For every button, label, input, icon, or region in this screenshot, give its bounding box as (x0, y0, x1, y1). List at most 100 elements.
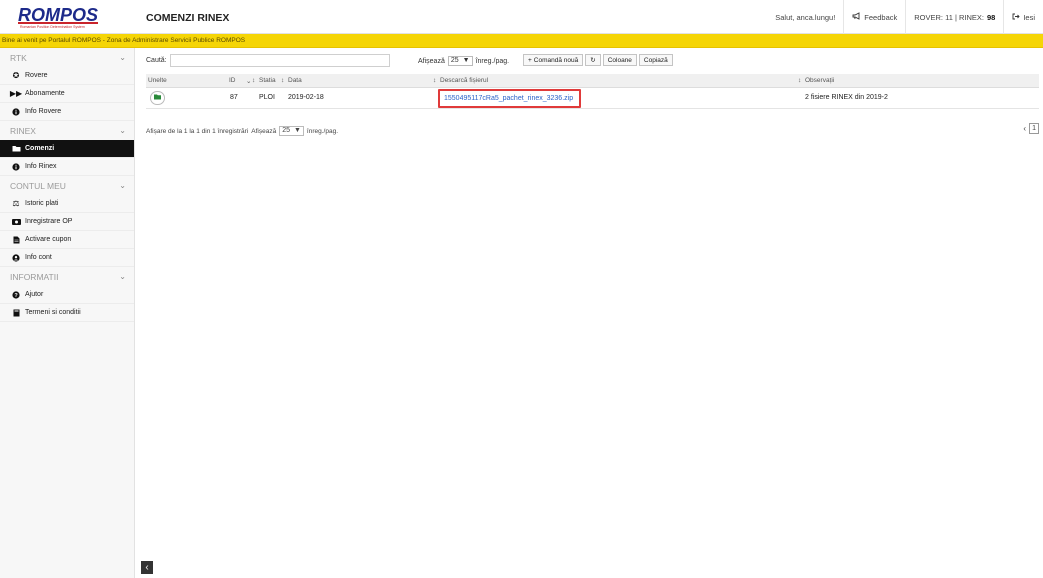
sidebar-item-label: Info Rinex (25, 163, 57, 170)
chevron-down-icon: ⌄ (119, 272, 126, 281)
download-file-link[interactable]: 1550495117cRa5_pachet_rinex_3236.zip (438, 89, 581, 108)
sidebar-item-activare-cupon[interactable]: Activare cupon (0, 231, 134, 249)
column-header-descarca[interactable]: Descarcă fișierul (440, 77, 488, 84)
chevron-down-icon: ⌄ (119, 53, 126, 62)
table-row: 87 PLOI 2019-02-18 1550495117cRa5_pachet… (146, 88, 1039, 109)
records-info: Afișare de la 1 la 1 din 1 înregistrări (146, 127, 249, 135)
sort-icon: ↕ (281, 77, 285, 84)
copy-button[interactable]: Copiază (638, 54, 673, 66)
feedback-button[interactable]: Feedback (844, 0, 905, 34)
search-input[interactable] (170, 54, 390, 67)
pagination: ‹ 1 (1023, 123, 1039, 134)
table-toolbar: Caută: Afișează 25 ▼ înreg./pag. + Comandă… (146, 54, 1039, 68)
sign-out-icon (1012, 13, 1020, 22)
column-header-observatii[interactable]: Observații (805, 77, 834, 84)
sort-desc-icon: ⌄ (246, 78, 252, 85)
new-order-label: Comandă nouă (533, 56, 579, 64)
sidebar-item-termeni[interactable]: Termeni si conditii (0, 304, 134, 322)
sort-icon: ↕ (433, 77, 437, 84)
document-icon (11, 236, 21, 244)
sidebar-item-label: Termeni si conditii (25, 309, 81, 316)
header-right: Salut, anca.lungu! Feedback ROVER: 11 | … (767, 0, 1043, 34)
refresh-icon: ↻ (590, 57, 596, 64)
chevron-down-icon: ⌄ (119, 126, 126, 135)
sidebar-item-rovere[interactable]: ✪ Rovere (0, 67, 134, 85)
welcome-banner: Bine ai venit pe Portalul ROMPOS - Zona … (0, 34, 1043, 48)
sidebar-item-info-rinex[interactable]: Info Rinex (0, 158, 134, 176)
copy-label: Copiază (643, 56, 668, 64)
columns-label: Coloane (607, 56, 632, 64)
logout-button[interactable]: Iesi (1004, 0, 1043, 34)
sidebar-item-label: Activare cupon (25, 236, 72, 243)
sidebar-item-label: Rovere (25, 72, 48, 79)
sidebar-section-informatii[interactable]: INFORMATII ⌄ (0, 267, 134, 286)
sidebar-item-label: Info cont (25, 254, 52, 261)
sidebar-item-ajutor[interactable]: ? Ajutor (0, 286, 134, 304)
section-title: CONTUL MEU (10, 180, 66, 191)
user-circle-icon (11, 253, 21, 262)
sidebar-item-label: Comenzi (25, 145, 55, 152)
chevron-left-icon: ‹ (145, 562, 149, 573)
page-size-select[interactable]: 25 ▼ (447, 56, 473, 66)
greeting-text: Salut, anca.lungu! (775, 12, 836, 22)
footer-page-size-value: 25 (282, 127, 290, 134)
greeting: Salut, anca.lungu! (767, 0, 843, 34)
caret-down-icon: ▼ (462, 57, 470, 64)
question-icon: ? (11, 290, 21, 299)
counters-label: ROVER: 11 | RINEX: (914, 12, 984, 22)
sidebar-item-comenzi[interactable]: Comenzi (0, 140, 134, 158)
sidebar-item-inregistrare-op[interactable]: Inregistrare OP (0, 213, 134, 231)
balance-icon: ⚖ (12, 199, 20, 208)
refresh-button[interactable]: ↻ (585, 54, 601, 66)
sidebar-section-contul-meu[interactable]: CONTUL MEU ⌄ (0, 176, 134, 195)
column-header-unelte[interactable]: Unelte (148, 77, 167, 84)
cell-station: PLOI (259, 94, 275, 101)
sidebar-item-label: Info Rovere (25, 108, 62, 115)
sidebar-item-istoric-plati[interactable]: ⚖ Istoric plati (0, 195, 134, 213)
page-size-value: 25 (450, 57, 459, 64)
plus-icon: + (528, 56, 532, 64)
search-label: Caută: (146, 57, 167, 64)
toolbar-buttons: + Comandă nouă ↻ Coloane Copiază (523, 54, 673, 66)
footer-page-size-select[interactable]: 25 ▼ (279, 126, 304, 136)
table-header: Unelte ID ⌄ ↕ Statia ↕ Data ↕ Descarcă f… (146, 74, 1039, 88)
column-header-statia[interactable]: Statia (259, 77, 276, 84)
footer-show-label: Afișează (251, 127, 277, 135)
cell-date: 2019-02-18 (288, 94, 324, 101)
sidebar-collapse-button[interactable]: ‹ (141, 561, 153, 574)
page-number-button[interactable]: 1 (1029, 123, 1039, 134)
sidebar-section-rtk[interactable]: RTK ⌄ (0, 48, 134, 67)
info-icon (11, 162, 21, 171)
folder-icon (11, 145, 21, 152)
sidebar-item-label: Istoric plati (25, 200, 59, 207)
book-icon (11, 309, 21, 317)
footer-per-page-label: înreg./pag. (306, 127, 338, 135)
info-icon (11, 107, 21, 116)
orders-table: Unelte ID ⌄ ↕ Statia ↕ Data ↕ Descarcă f… (146, 74, 1039, 109)
page-size-control: Afișează 25 ▼ înreg./pag. (418, 56, 509, 66)
columns-button[interactable]: Coloane (602, 54, 637, 66)
cell-id: 87 (230, 94, 238, 101)
sidebar-item-info-cont[interactable]: Info cont (0, 249, 134, 267)
sort-icon: ↕ (252, 77, 256, 84)
sidebar-item-abonamente[interactable]: ▶▶ Abonamente (0, 85, 134, 103)
rompos-logo[interactable]: ROMPOS Romanian Position Determination S… (18, 6, 110, 30)
previous-page-button[interactable]: ‹ (1023, 124, 1026, 133)
chevron-down-icon: ⌄ (119, 181, 126, 190)
section-title: RTK (10, 52, 27, 63)
sidebar-section-rinex[interactable]: RINEX ⌄ (0, 121, 134, 140)
column-header-data[interactable]: Data (288, 77, 302, 84)
megaphone-icon (852, 12, 861, 22)
feedback-label: Feedback (864, 12, 898, 22)
sort-icon: ↕ (798, 77, 802, 84)
sidebar-item-info-rovere[interactable]: Info Rovere (0, 103, 134, 121)
open-folder-button[interactable] (150, 91, 165, 105)
sidebar-item-label: Abonamente (25, 90, 65, 97)
pin-icon: ✪ (12, 71, 20, 80)
sidebar: RTK ⌄ ✪ Rovere ▶▶ Abonamente Info Rovere RI… (0, 48, 135, 578)
new-order-button[interactable]: + Comandă nouă (523, 54, 584, 66)
counters: ROVER: 11 | RINEX: 98 (906, 0, 1003, 34)
column-header-id[interactable]: ID (229, 77, 236, 84)
logo-text: ROMPOS (18, 5, 99, 25)
per-page-label: înreg./pag. (475, 57, 510, 65)
